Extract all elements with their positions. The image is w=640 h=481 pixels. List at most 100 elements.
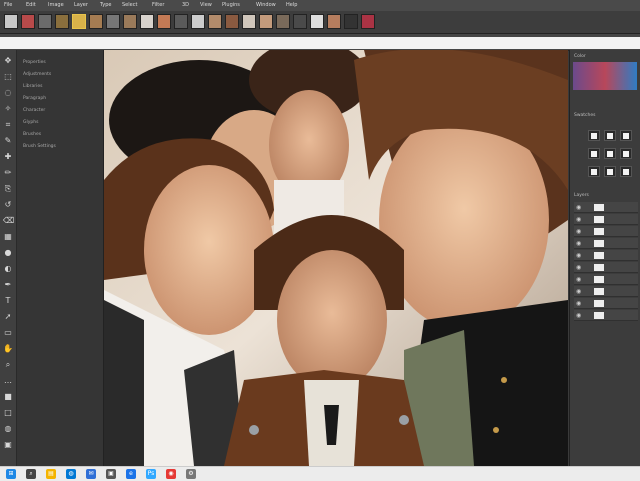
document-thumbnail[interactable] [89,14,103,29]
quick-mask-icon[interactable]: ◍ [3,424,13,434]
menu-select[interactable]: Select [122,1,137,9]
layer-row[interactable]: ◉ [574,262,638,273]
layer-row[interactable]: ◉ [574,286,638,297]
visibility-eye-icon[interactable]: ◉ [576,228,581,235]
layer-row[interactable]: ◉ [574,298,638,309]
chrome-icon[interactable]: ◉ [166,469,176,479]
layers-panel-label[interactable]: Layers [574,192,589,199]
document-thumbnail[interactable] [276,14,290,29]
marquee-icon[interactable]: ⬚ [3,72,13,82]
swatches-panel-label[interactable]: Swatches [574,112,596,119]
menu-filter[interactable]: Filter [152,1,164,9]
visibility-eye-icon[interactable]: ◉ [576,300,581,307]
layer-row[interactable]: ◉ [574,250,638,261]
document-thumbnail[interactable] [310,14,324,29]
menu-view[interactable]: View [200,1,212,9]
more-icon[interactable]: … [3,376,13,386]
path-select-icon[interactable]: ➚ [3,312,13,322]
menu-image[interactable]: Image [48,1,64,9]
document-thumbnail[interactable] [4,14,18,29]
document-thumbnail[interactable] [208,14,222,29]
visibility-eye-icon[interactable]: ◉ [576,288,581,295]
visibility-eye-icon[interactable]: ◉ [576,240,581,247]
document-thumbnail[interactable] [344,14,358,29]
browser-icon[interactable]: ◍ [66,469,76,479]
swatch-tile[interactable] [604,166,616,177]
document-thumbnail[interactable] [293,14,307,29]
swatch-tile[interactable] [588,130,600,141]
layer-row[interactable]: ◉ [574,226,638,237]
layer-row[interactable]: ◉ [574,202,638,213]
pen-icon[interactable]: ✒ [3,280,13,290]
visibility-eye-icon[interactable]: ◉ [576,204,581,211]
crop-icon[interactable]: ⌗ [3,120,13,130]
eyedropper-icon[interactable]: ✎ [3,136,13,146]
hand-icon[interactable]: ✋ [3,344,13,354]
color-spectrum[interactable] [573,62,637,90]
menu-plugins[interactable]: Plugins [222,1,240,9]
menu-window[interactable]: Window [256,1,276,9]
left-panel-row[interactable]: Adjustments [23,72,51,78]
layer-row[interactable]: ◉ [574,310,638,321]
history-brush-icon[interactable]: ↺ [3,200,13,210]
visibility-eye-icon[interactable]: ◉ [576,312,581,319]
left-panel-row[interactable]: Brush Settings [23,144,56,150]
document-thumbnail[interactable] [174,14,188,29]
layer-row[interactable]: ◉ [574,214,638,225]
layer-row[interactable]: ◉ [574,238,638,249]
clone-stamp-icon[interactable]: ⎘ [3,184,13,194]
start-icon[interactable]: ⊞ [6,469,16,479]
swatch-tile[interactable] [604,130,616,141]
menu-layer[interactable]: Layer [74,1,88,9]
mail-icon[interactable]: ✉ [86,469,96,479]
document-thumbnail[interactable] [38,14,52,29]
document-thumbnail[interactable] [55,14,69,29]
color-panel-label[interactable]: Color [574,53,586,60]
left-panel-row[interactable]: Properties [23,60,46,66]
blur-icon[interactable]: ● [3,248,13,258]
store-icon[interactable]: ▣ [106,469,116,479]
document-thumbnail[interactable] [123,14,137,29]
swatch-tile[interactable] [620,166,632,177]
document-thumbnail[interactable] [225,14,239,29]
canvas-area[interactable] [104,50,568,466]
menu-3d[interactable]: 3D [182,1,189,9]
visibility-eye-icon[interactable]: ◉ [576,252,581,259]
menu-help[interactable]: Help [286,1,297,9]
screen-mode-icon[interactable]: ▣ [3,440,13,450]
left-panel-row[interactable]: Character [23,108,45,114]
document-thumbnail[interactable] [140,14,154,29]
brush-icon[interactable]: ✏ [3,168,13,178]
menu-type[interactable]: Type [100,1,111,9]
eraser-icon[interactable]: ⌫ [3,216,14,226]
document-thumbnail[interactable] [242,14,256,29]
swatch-tile[interactable] [604,148,616,159]
swatch-tile[interactable] [620,130,632,141]
document-thumbnail[interactable] [157,14,171,29]
document-thumbnail[interactable] [21,14,35,29]
folder-icon[interactable]: ▤ [46,469,56,479]
quick-select-icon[interactable]: ✧ [3,104,13,114]
left-panel-row[interactable]: Brushes [23,132,41,138]
document-thumbnail[interactable] [259,14,273,29]
left-panel-row[interactable]: Glyphs [23,120,38,126]
background-color-icon[interactable]: □ [3,408,13,418]
swatch-tile[interactable] [588,166,600,177]
document-thumbnail[interactable] [361,14,375,29]
menu-file[interactable]: File [4,1,12,9]
dodge-icon[interactable]: ◐ [3,264,13,274]
settings-icon[interactable]: ⚙ [186,469,196,479]
visibility-eye-icon[interactable]: ◉ [576,216,581,223]
menu-edit[interactable]: Edit [26,1,36,9]
foreground-color-icon[interactable]: ■ [3,392,13,402]
swatch-tile[interactable] [588,148,600,159]
left-panel-row[interactable]: Paragraph [23,96,46,102]
document-thumbnail[interactable] [327,14,341,29]
photoshop-icon[interactable]: Ps [146,469,156,479]
shape-icon[interactable]: ▭ [3,328,13,338]
search-icon[interactable]: ⌕ [26,469,36,479]
swatch-tile[interactable] [620,148,632,159]
move-icon[interactable]: ✥ [3,56,13,66]
type-icon[interactable]: T [3,296,13,306]
left-panel-row[interactable]: Libraries [23,84,42,90]
